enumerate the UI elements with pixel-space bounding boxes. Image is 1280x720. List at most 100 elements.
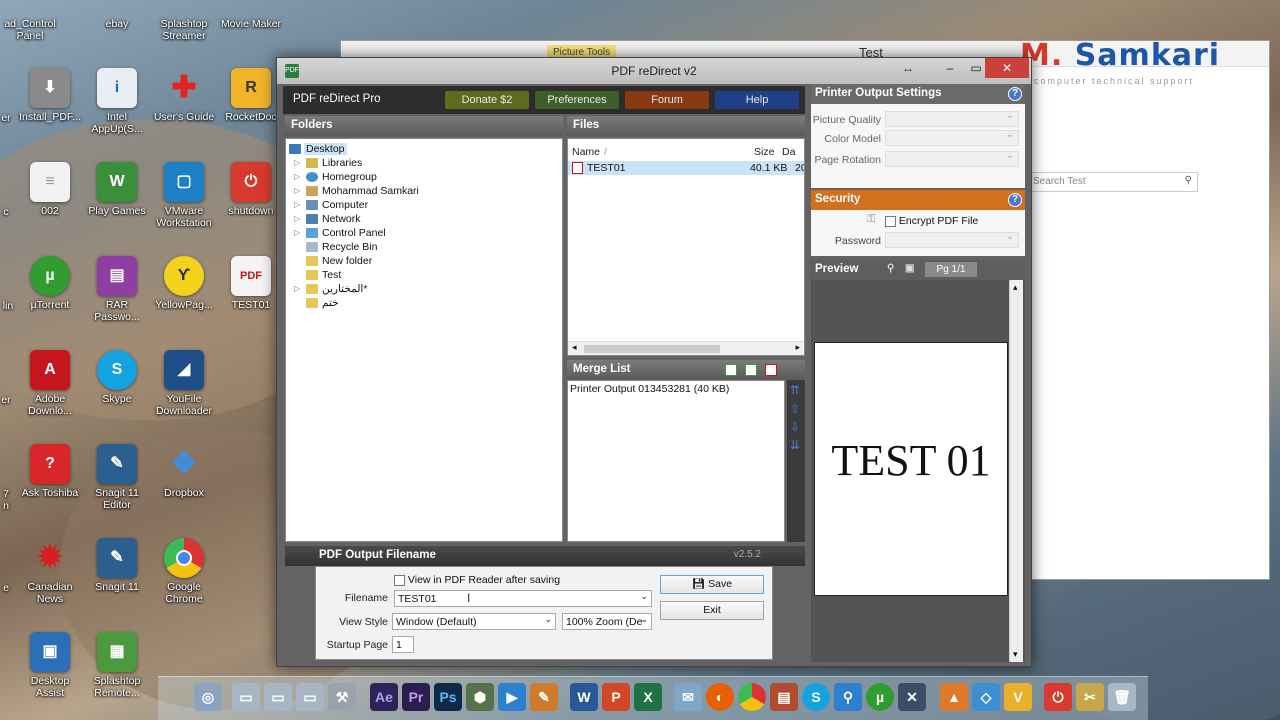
view-in-reader-checkbox[interactable] — [394, 574, 405, 586]
preview-scrollbar[interactable]: ▴ ▾ — [1009, 280, 1023, 662]
minimize-button[interactable]: – — [937, 58, 963, 78]
merge-list-item[interactable]: Printer Output 013453281 (40 KB) — [568, 381, 784, 397]
taskbar-tool-icon[interactable]: ▤ — [770, 683, 798, 711]
dropdown-arrow-icon[interactable]: ⌄ — [640, 614, 648, 625]
tree-item-arabic-2[interactable]: ختم — [286, 296, 562, 310]
desktop-icon-users-guide[interactable]: ✚ User's Guide — [151, 68, 217, 124]
donate-button[interactable]: Donate $2 — [445, 91, 529, 109]
desktop-icon-splashtop-streamer[interactable]: Splashtop Streamer — [151, 18, 217, 42]
tree-item-computer[interactable]: ▷ Computer — [286, 198, 562, 212]
desktop-icon-vmware[interactable]: ▢ VMware Workstation — [151, 162, 217, 229]
taskbar-excel-icon[interactable]: X — [634, 683, 662, 711]
taskbar-utorrent-icon[interactable]: µ — [866, 683, 894, 711]
help-icon[interactable]: ? — [1008, 193, 1022, 207]
expand-arrow-icon[interactable]: ▷ — [294, 156, 300, 170]
tree-item-control-panel[interactable]: ▷ Control Panel — [286, 226, 562, 240]
taskbar-firefox-icon[interactable]: ◐ — [706, 683, 734, 711]
view-style-select[interactable]: Window (Default) ⌄ — [392, 613, 556, 630]
expand-arrow-icon[interactable]: ▷ — [294, 198, 300, 212]
taskbar-tool-icon[interactable]: ◇ — [972, 683, 1000, 711]
tree-item-network[interactable]: ▷ Network — [286, 212, 562, 226]
desktop-icon-yellowpages[interactable]: ϒ YellowPag... — [151, 256, 217, 311]
taskbar-mail-icon[interactable]: ✉ — [674, 683, 702, 711]
zoom-select[interactable]: 100% Zoom (De ⌄ — [562, 613, 652, 630]
taskbar-media-player-icon[interactable]: ▶ — [498, 683, 526, 711]
taskbar-photoshop-icon[interactable]: Ps — [434, 683, 462, 711]
expand-arrow-icon[interactable]: ▷ — [294, 170, 300, 184]
desktop-icon-adobe-download[interactable]: A Adobe Downlo... — [17, 350, 83, 417]
taskbar-tool-icon[interactable]: ✎ — [530, 683, 558, 711]
file-row[interactable]: TEST01 40.1 KB 20 — [568, 161, 804, 175]
taskbar-recycle-bin-icon[interactable]: 🗑︎ — [1108, 683, 1136, 711]
taskbar-word-icon[interactable]: W — [570, 683, 598, 711]
desktop-icon-rocketdoc[interactable]: R RocketDoc — [218, 68, 284, 123]
taskbar-tool-icon[interactable]: V — [1004, 683, 1032, 711]
dropdown-arrow-icon[interactable]: ⌄ — [640, 591, 648, 602]
tree-item-test[interactable]: Test — [286, 268, 562, 282]
taskbar-skype-icon[interactable]: S — [802, 683, 830, 711]
expand-arrow-icon[interactable]: ▷ — [294, 282, 300, 296]
taskbar-folder-icon[interactable]: ▭ — [264, 683, 292, 711]
move-down-icon[interactable]: ⇩ — [790, 420, 800, 434]
taskbar-tool-icon[interactable]: ▲ — [940, 683, 968, 711]
expand-arrow-icon[interactable]: ▷ — [294, 184, 300, 198]
col-size[interactable]: Size — [754, 143, 782, 161]
desktop-icon-play-games[interactable]: W Play Games — [84, 162, 150, 217]
desktop-icon-youfile[interactable]: ◢ YouFile Downloader — [151, 350, 217, 417]
taskbar-tool-icon[interactable]: ⬢ — [466, 683, 494, 711]
zoom-tool-icon[interactable]: ⚲ — [887, 263, 894, 274]
preview-panel[interactable]: TEST 01 ▴ ▾ — [811, 280, 1025, 662]
encrypt-checkbox[interactable] — [885, 215, 896, 227]
desktop-icon-ebay[interactable]: ebay — [84, 18, 150, 30]
horizontal-scrollbar[interactable]: ◂ ▸ — [568, 341, 804, 355]
preferences-button[interactable]: Preferences — [535, 91, 619, 109]
col-date[interactable]: Da — [782, 143, 802, 161]
page-rotation-select[interactable] — [885, 150, 1019, 167]
desktop-icon-dropbox[interactable]: ❖ Dropbox — [151, 444, 217, 500]
desktop-icon-install-pdf[interactable]: ⬇ Install_PDF... — [17, 68, 83, 123]
col-name[interactable]: Name — [568, 143, 604, 161]
lock-icon[interactable]: ▣ — [905, 263, 914, 274]
desktop-icon-canadian-news[interactable]: ✹ Canadian News — [17, 538, 83, 606]
scroll-thumb[interactable] — [584, 345, 720, 353]
tree-item-new-folder[interactable]: New folder — [286, 254, 562, 268]
expand-arrow-icon[interactable]: ▷ — [294, 212, 300, 226]
desktop-icon-chrome[interactable]: Google Chrome — [151, 538, 217, 605]
tree-item-libraries[interactable]: ▷ Libraries — [286, 156, 562, 170]
taskbar-shutdown-icon[interactable]: ⏻ — [1044, 683, 1072, 711]
taskbar-tool-icon[interactable]: ✂ — [1076, 683, 1104, 711]
search-icon[interactable]: ⚲ — [1185, 175, 1192, 186]
move-up-icon[interactable]: ⇧ — [790, 402, 800, 416]
scroll-left-icon[interactable]: ◂ — [572, 342, 577, 353]
desktop-icon-movie-maker[interactable]: Movie Maker — [218, 18, 284, 30]
tree-item-homegroup[interactable]: ▷ Homegroup — [286, 170, 562, 184]
forum-button[interactable]: Forum — [625, 91, 709, 109]
dropdown-arrow-icon[interactable]: ⌄ — [544, 614, 552, 625]
taskbar-premiere-icon[interactable]: Pr — [402, 683, 430, 711]
taskbar-tool-icon[interactable]: ⚒ — [328, 683, 356, 711]
close-button[interactable]: ✕ — [985, 58, 1029, 78]
merge-list-panel[interactable]: Printer Output 013453281 (40 KB) — [567, 380, 785, 542]
startup-page-input[interactable]: 1 — [392, 636, 414, 653]
resize-arrows-icon[interactable]: ↔ — [895, 58, 921, 78]
add-file-icon[interactable] — [725, 364, 737, 376]
refresh-icon[interactable] — [745, 364, 757, 376]
desktop-icon-skype[interactable]: S Skype — [84, 350, 150, 405]
files-panel[interactable]: Name / Size Da TEST01 40.1 KB 20 ◂ ▸ — [567, 138, 805, 356]
desktop-icon-snagit[interactable]: ✎ Snagit 11 — [84, 538, 150, 593]
picture-quality-select[interactable] — [885, 110, 1019, 127]
background-search-input[interactable]: Search Test ⚲ — [1028, 172, 1198, 192]
desktop-icon-shutdown[interactable]: ⏻ shutdown — [218, 162, 284, 217]
taskbar-tool-icon[interactable]: ⚲ — [834, 683, 862, 711]
filename-combobox[interactable]: TEST01 ⌄ I — [394, 590, 652, 607]
taskbar-powerpoint-icon[interactable]: P — [602, 683, 630, 711]
tree-item-user[interactable]: ▷ Mohammad Samkari — [286, 184, 562, 198]
move-bottom-icon[interactable]: ⇊ — [790, 438, 800, 452]
save-button[interactable]: 💾︎ Save — [660, 575, 764, 594]
desktop-icon-control-panel[interactable]: ad_Control Panel — [0, 18, 60, 42]
tree-item-desktop[interactable]: Desktop — [286, 142, 562, 156]
desktop-icon-ask-toshiba[interactable]: ? Ask Toshiba — [17, 444, 83, 499]
tree-item-arabic-1[interactable]: ▷ المختارين* — [286, 282, 562, 296]
pdf-redirect-window[interactable]: PDF PDF reDirect v2 ↔ – ▭ ✕ PDF reDirect… — [276, 57, 1032, 667]
desktop-icon-intel-appup[interactable]: i Intel AppUp(S... — [84, 68, 150, 135]
